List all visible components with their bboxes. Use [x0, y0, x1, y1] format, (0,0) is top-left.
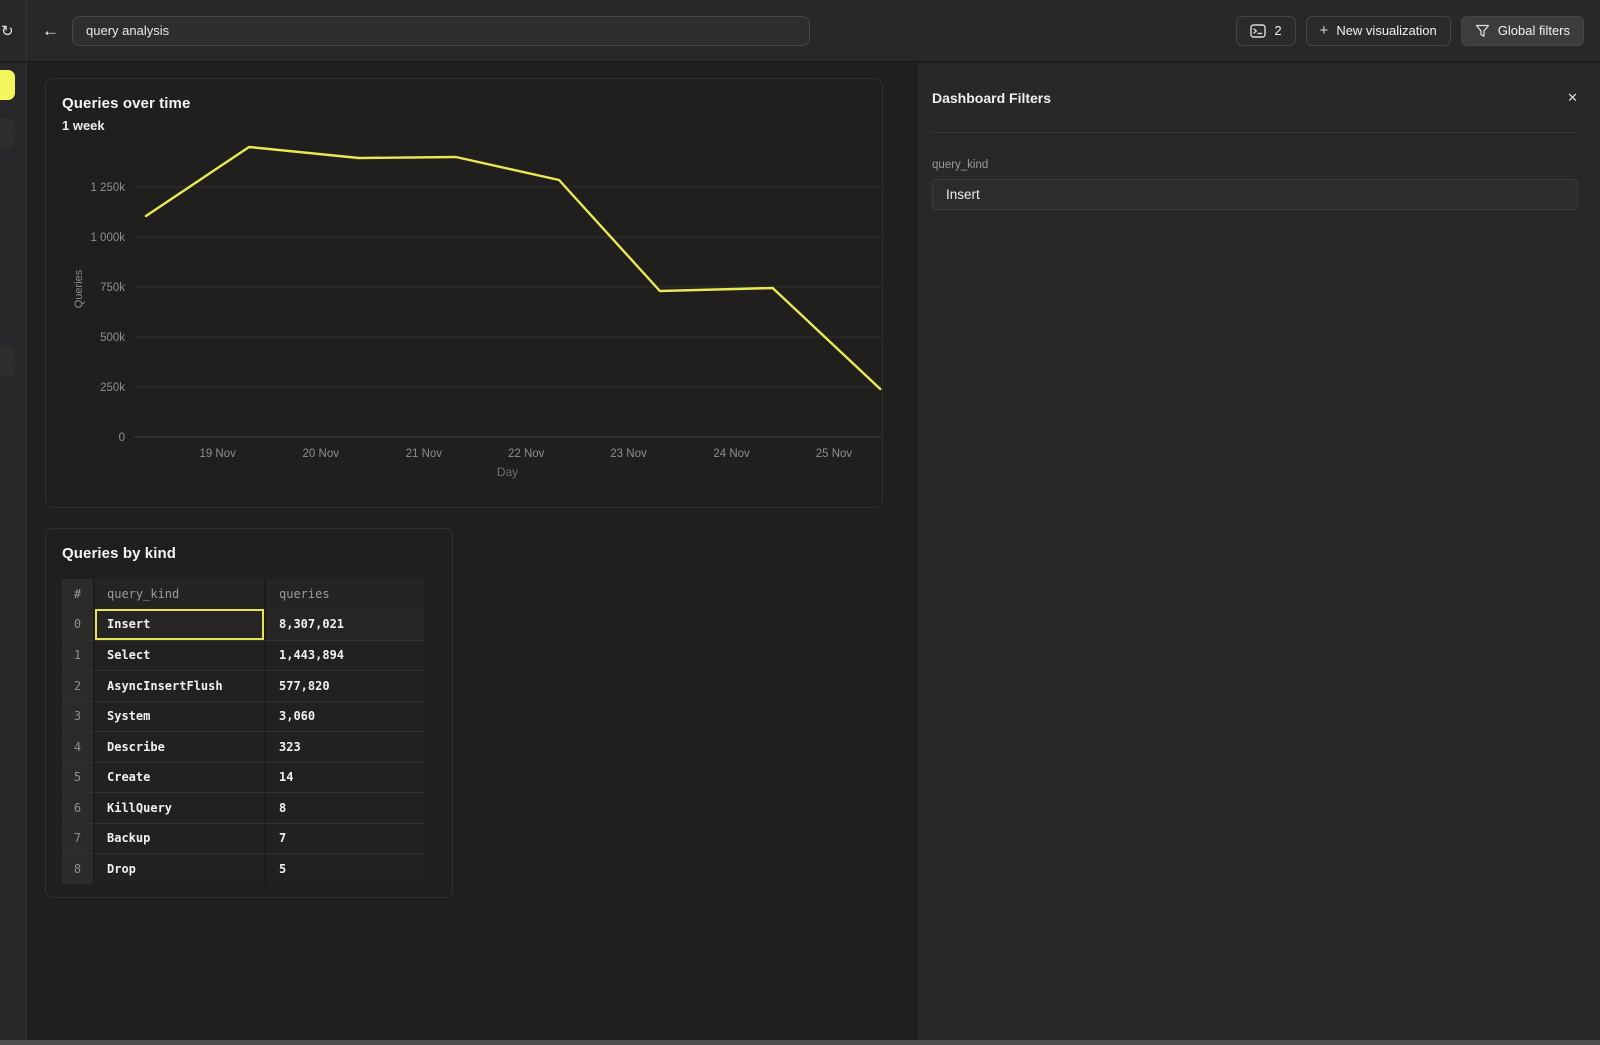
- queries-value-cell[interactable]: 1,443,894: [266, 641, 424, 671]
- row-index-cell[interactable]: 0: [62, 609, 95, 640]
- x-tick-label: 22 Nov: [508, 448, 545, 460]
- queries-value-cell[interactable]: 5: [266, 854, 424, 884]
- table-header-queries: queries: [266, 579, 424, 609]
- x-axis-title: Day: [497, 465, 518, 479]
- queries-value-cell[interactable]: 14: [266, 763, 424, 793]
- global-filters-button[interactable]: Global filters: [1461, 16, 1584, 46]
- queries-value-cell[interactable]: 7: [266, 824, 424, 854]
- table-row: 7Backup7: [62, 823, 426, 854]
- visualization-count-button[interactable]: 2: [1236, 16, 1295, 46]
- y-tick-label: 500k: [100, 332, 125, 344]
- queries-over-time-chart-svg: 0 250k 500k 750k 1 000k 1 250k 19 Nov 20 Nov 21 …: [46, 139, 882, 491]
- console-panel-icon: [1250, 24, 1266, 38]
- x-tick-label: 25 Nov: [816, 448, 853, 460]
- queries-by-kind-table: # query_kind queries 0Insert8,307,0211Se…: [62, 579, 426, 884]
- queries-line-series: [146, 147, 880, 389]
- chart-title: Queries over time: [62, 95, 866, 112]
- row-index-cell[interactable]: 2: [62, 671, 95, 701]
- close-icon[interactable]: ✕: [1567, 91, 1578, 104]
- table-row: 4Describe323: [62, 731, 426, 762]
- query-kind-cell[interactable]: Select: [95, 641, 266, 671]
- table-header-query-kind: query_kind: [95, 579, 266, 609]
- left-sidebar-strip: [0, 63, 27, 1045]
- new-visualization-label: New visualization: [1336, 23, 1436, 38]
- row-index-cell[interactable]: 4: [62, 732, 95, 762]
- top-bar-left-section: ↻: [0, 0, 27, 61]
- new-visualization-button[interactable]: + New visualization: [1306, 16, 1451, 46]
- top-bar: ↻ ← 2 + New visualization Global filters: [0, 0, 1600, 62]
- funnel-filter-icon: [1475, 24, 1490, 38]
- sidebar-item-active[interactable]: [0, 70, 15, 100]
- y-tick-label: 1 250k: [90, 182, 125, 194]
- query-kind-cell[interactable]: System: [95, 702, 266, 732]
- x-tick-label: 23 Nov: [610, 448, 647, 460]
- filters-panel-header: Dashboard Filters ✕: [932, 63, 1578, 133]
- queries-value-cell[interactable]: 3,060: [266, 702, 424, 732]
- query-kind-cell[interactable]: Backup: [95, 824, 266, 854]
- y-tick-label: 750k: [100, 282, 125, 294]
- visualization-count-label: 2: [1274, 23, 1281, 38]
- x-tick-label: 24 Nov: [713, 448, 750, 460]
- history-refresh-icon[interactable]: ↻: [1, 22, 14, 40]
- queries-value-cell[interactable]: 8,307,021: [266, 609, 424, 640]
- table-row: 2AsyncInsertFlush577,820: [62, 670, 426, 701]
- query-kind-filter-input[interactable]: [932, 179, 1578, 210]
- query-kind-cell[interactable]: Insert: [95, 609, 266, 640]
- row-index-cell[interactable]: 6: [62, 793, 95, 823]
- dashboard-filters-panel: Dashboard Filters ✕ query_kind: [918, 63, 1600, 1045]
- chart-subtitle: 1 week: [62, 118, 866, 133]
- queries-value-cell[interactable]: 323: [266, 732, 424, 762]
- row-index-cell[interactable]: 1: [62, 641, 95, 671]
- bottom-scrollbar[interactable]: [0, 1040, 1600, 1045]
- row-index-cell[interactable]: 3: [62, 702, 95, 732]
- x-tick-label: 21 Nov: [406, 448, 443, 460]
- row-index-cell[interactable]: 5: [62, 763, 95, 793]
- filters-panel-title: Dashboard Filters: [932, 90, 1051, 106]
- row-index-cell[interactable]: 8: [62, 854, 95, 884]
- y-tick-label: 250k: [100, 382, 125, 394]
- top-bar-actions: 2 + New visualization Global filters: [1236, 16, 1584, 46]
- y-axis-title: Queries: [73, 269, 85, 308]
- query-kind-cell[interactable]: Drop: [95, 854, 266, 884]
- table-body: 0Insert8,307,0211Select1,443,8942AsyncIn…: [62, 609, 426, 884]
- query-kind-cell[interactable]: AsyncInsertFlush: [95, 671, 266, 701]
- global-filters-label: Global filters: [1498, 23, 1570, 38]
- table-row: 6KillQuery8: [62, 792, 426, 823]
- sidebar-item[interactable]: [0, 118, 15, 148]
- line-chart: 0 250k 500k 750k 1 000k 1 250k 19 Nov 20 Nov 21 …: [46, 139, 882, 491]
- table-title: Queries by kind: [62, 545, 436, 562]
- back-arrow-icon[interactable]: ←: [42, 22, 59, 39]
- table-row: 3System3,060: [62, 701, 426, 732]
- x-tick-label: 20 Nov: [303, 448, 340, 460]
- table-row: 8Drop5: [62, 853, 426, 884]
- dashboard-title-input[interactable]: [72, 16, 810, 46]
- y-tick-label: 1 000k: [90, 232, 125, 244]
- row-index-cell[interactable]: 7: [62, 824, 95, 854]
- table-header-index: #: [62, 579, 95, 609]
- dashboard-canvas: Queries over time 1 week 0 250k 500k 750k 1 …: [28, 63, 918, 1045]
- query-kind-cell[interactable]: KillQuery: [95, 793, 266, 823]
- x-tick-label: 19 Nov: [199, 448, 236, 460]
- queries-value-cell[interactable]: 8: [266, 793, 424, 823]
- sidebar-item[interactable]: [0, 347, 15, 377]
- queries-value-cell[interactable]: 577,820: [266, 671, 424, 701]
- table-header-row: # query_kind queries: [62, 579, 426, 609]
- table-row: 5Create14: [62, 762, 426, 793]
- plus-icon: +: [1320, 23, 1329, 38]
- filter-field-label: query_kind: [932, 159, 1578, 171]
- table-row: 0Insert8,307,021: [62, 609, 426, 640]
- table-row: 1Select1,443,894: [62, 640, 426, 671]
- query-kind-cell[interactable]: Describe: [95, 732, 266, 762]
- query-kind-cell[interactable]: Create: [95, 763, 266, 793]
- chart-card-queries-over-time: Queries over time 1 week 0 250k 500k 750k 1 …: [45, 78, 883, 508]
- y-tick-label: 0: [119, 432, 125, 444]
- table-card-queries-by-kind: Queries by kind # query_kind queries 0In…: [45, 528, 453, 898]
